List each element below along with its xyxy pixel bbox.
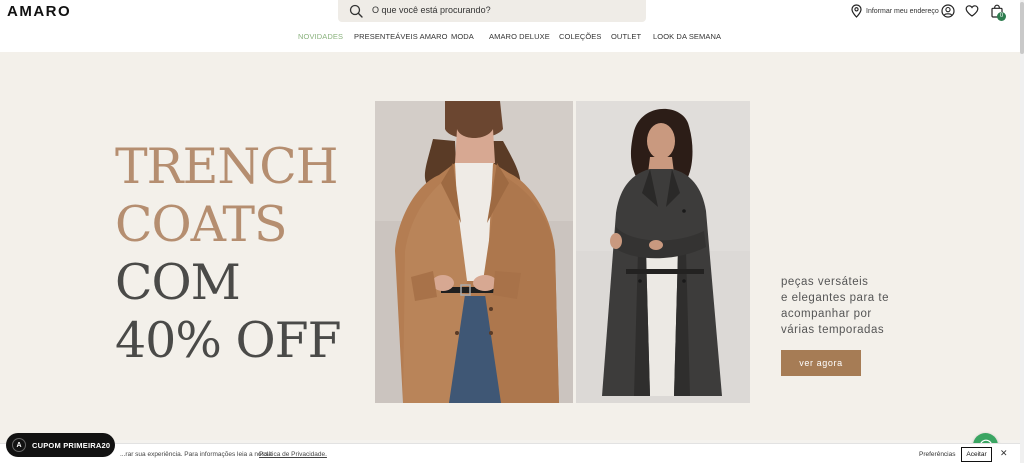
headline-line-1: TRENCH (115, 138, 338, 195)
headline-line-2: COATS (115, 196, 288, 253)
bag-count-badge: 0 (997, 12, 1006, 21)
cookie-text: ...rar sua experiência. Para informações… (120, 451, 272, 458)
coupon-button[interactable]: A CUPOM PRIMEIRA20 (6, 433, 115, 457)
product-photo-camel-trench[interactable] (375, 101, 573, 403)
preferences-button[interactable]: Preferências (919, 451, 956, 458)
search-input[interactable]: O que você está procurando? (372, 5, 491, 15)
nav-item-presenteaveis[interactable]: PRESENTEÁVEIS AMARO (354, 32, 448, 41)
hero-subtitle: peças versáteis e elegantes para te acom… (781, 274, 889, 338)
user-icon[interactable] (941, 4, 955, 18)
nav-item-novidades[interactable]: NOVIDADES (298, 32, 343, 41)
ver-agora-button[interactable]: ver agora (781, 350, 861, 376)
nav-item-moda[interactable]: MODA (451, 32, 474, 41)
headline-line-4: 40% OFF (115, 312, 342, 369)
nav-item-amaro-deluxe[interactable]: AMARO DELUXE (489, 32, 550, 41)
search-bar[interactable]: O que você está procurando? (338, 0, 646, 22)
accept-button[interactable]: Aceitar (961, 447, 992, 462)
heart-icon[interactable] (965, 4, 979, 18)
coupon-label: CUPOM PRIMEIRA20 (32, 440, 111, 450)
coupon-logo-icon: A (12, 438, 26, 452)
cookie-bar: ...rar sua experiência. Para informações… (0, 443, 1020, 463)
nav-item-outlet[interactable]: OUTLET (611, 32, 641, 41)
hero-banner[interactable]: TRENCH COATS COM 40% OFF peças versáteis… (0, 52, 1020, 458)
scrollbar[interactable] (1020, 0, 1024, 463)
nav-item-look-da-semana[interactable]: LOOK DA SEMANA (653, 32, 721, 41)
address-button[interactable]: Informar meu endereço (851, 4, 939, 18)
nav-item-colecoes[interactable]: COLEÇÕES (559, 32, 601, 41)
subtitle-line-4: várias temporadas (781, 324, 885, 336)
address-label: Informar meu endereço (866, 7, 939, 15)
subtitle-line-1: peças versáteis (781, 276, 869, 288)
privacy-policy-link[interactable]: Política de Privacidade. (259, 451, 327, 458)
location-pin-icon (851, 4, 862, 18)
main-nav: NOVIDADES PRESENTEÁVEIS AMARO MODA AMARO… (0, 32, 1020, 42)
search-icon (349, 4, 363, 18)
subtitle-line-3: acompanhar por (781, 308, 872, 320)
subtitle-line-2: e elegantes para te (781, 292, 889, 304)
header: AMARO O que você está procurando? Inform… (0, 0, 1020, 52)
close-icon[interactable]: ✕ (1000, 449, 1008, 458)
scrollbar-thumb[interactable] (1020, 2, 1024, 54)
logo[interactable]: AMARO (7, 3, 71, 20)
product-photo-black-trench[interactable] (576, 101, 750, 403)
headline-line-3: COM (115, 254, 241, 311)
